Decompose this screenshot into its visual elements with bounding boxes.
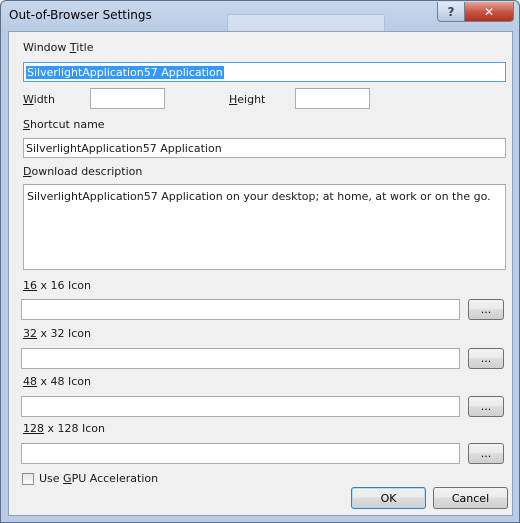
window-title: Out-of-Browser Settings — [9, 8, 152, 22]
icon-16-path-field[interactable] — [21, 299, 460, 320]
icon-48-browse-button[interactable]: ... — [468, 396, 504, 417]
cancel-button[interactable]: Cancel — [433, 487, 508, 509]
icon-48-label: 48 x 48 Icon — [23, 375, 91, 388]
background-window-ghost — [227, 14, 385, 31]
icon-16-label: 16 x 16 Icon — [23, 279, 91, 292]
window-title-label: Window Title — [23, 41, 94, 54]
download-description-field[interactable]: SilverlightApplication57 Application on … — [23, 184, 506, 270]
settings-dialog: Out-of-Browser Settings ? ✕ Window Title… — [0, 0, 520, 523]
shortcut-name-field[interactable]: SilverlightApplication57 Application — [23, 138, 506, 158]
help-button[interactable]: ? — [437, 2, 465, 22]
width-label: Width — [23, 93, 55, 106]
icon-32-label: 32 x 32 Icon — [23, 327, 91, 340]
icon-128-path-field[interactable] — [21, 443, 460, 464]
download-description-label: Download description — [23, 165, 143, 178]
icon-128-label: 128 x 128 Icon — [23, 422, 105, 435]
icon-48-path-field[interactable] — [21, 396, 460, 417]
gpu-acceleration-checkbox[interactable] — [22, 473, 34, 485]
height-field[interactable] — [295, 88, 370, 109]
help-icon: ? — [447, 4, 455, 19]
ok-button[interactable]: OK — [351, 487, 426, 509]
close-button[interactable]: ✕ — [464, 2, 514, 22]
icon-32-path-field[interactable] — [21, 348, 460, 369]
close-icon: ✕ — [483, 4, 495, 19]
icon-16-browse-button[interactable]: ... — [468, 299, 504, 320]
icon-128-browse-button[interactable]: ... — [468, 443, 504, 464]
height-label: Height — [229, 93, 266, 106]
gpu-acceleration-label: Use GPU Acceleration — [39, 472, 159, 485]
width-field[interactable] — [90, 88, 165, 109]
title-bar[interactable]: Out-of-Browser Settings ? ✕ — [1, 1, 519, 31]
icon-32-browse-button[interactable]: ... — [468, 348, 504, 369]
window-title-field[interactable]: SilverlightApplication57 Application — [23, 62, 506, 82]
dialog-body: Window Title SilverlightApplication57 Ap… — [8, 31, 513, 516]
shortcut-name-label: Shortcut name — [23, 118, 105, 131]
